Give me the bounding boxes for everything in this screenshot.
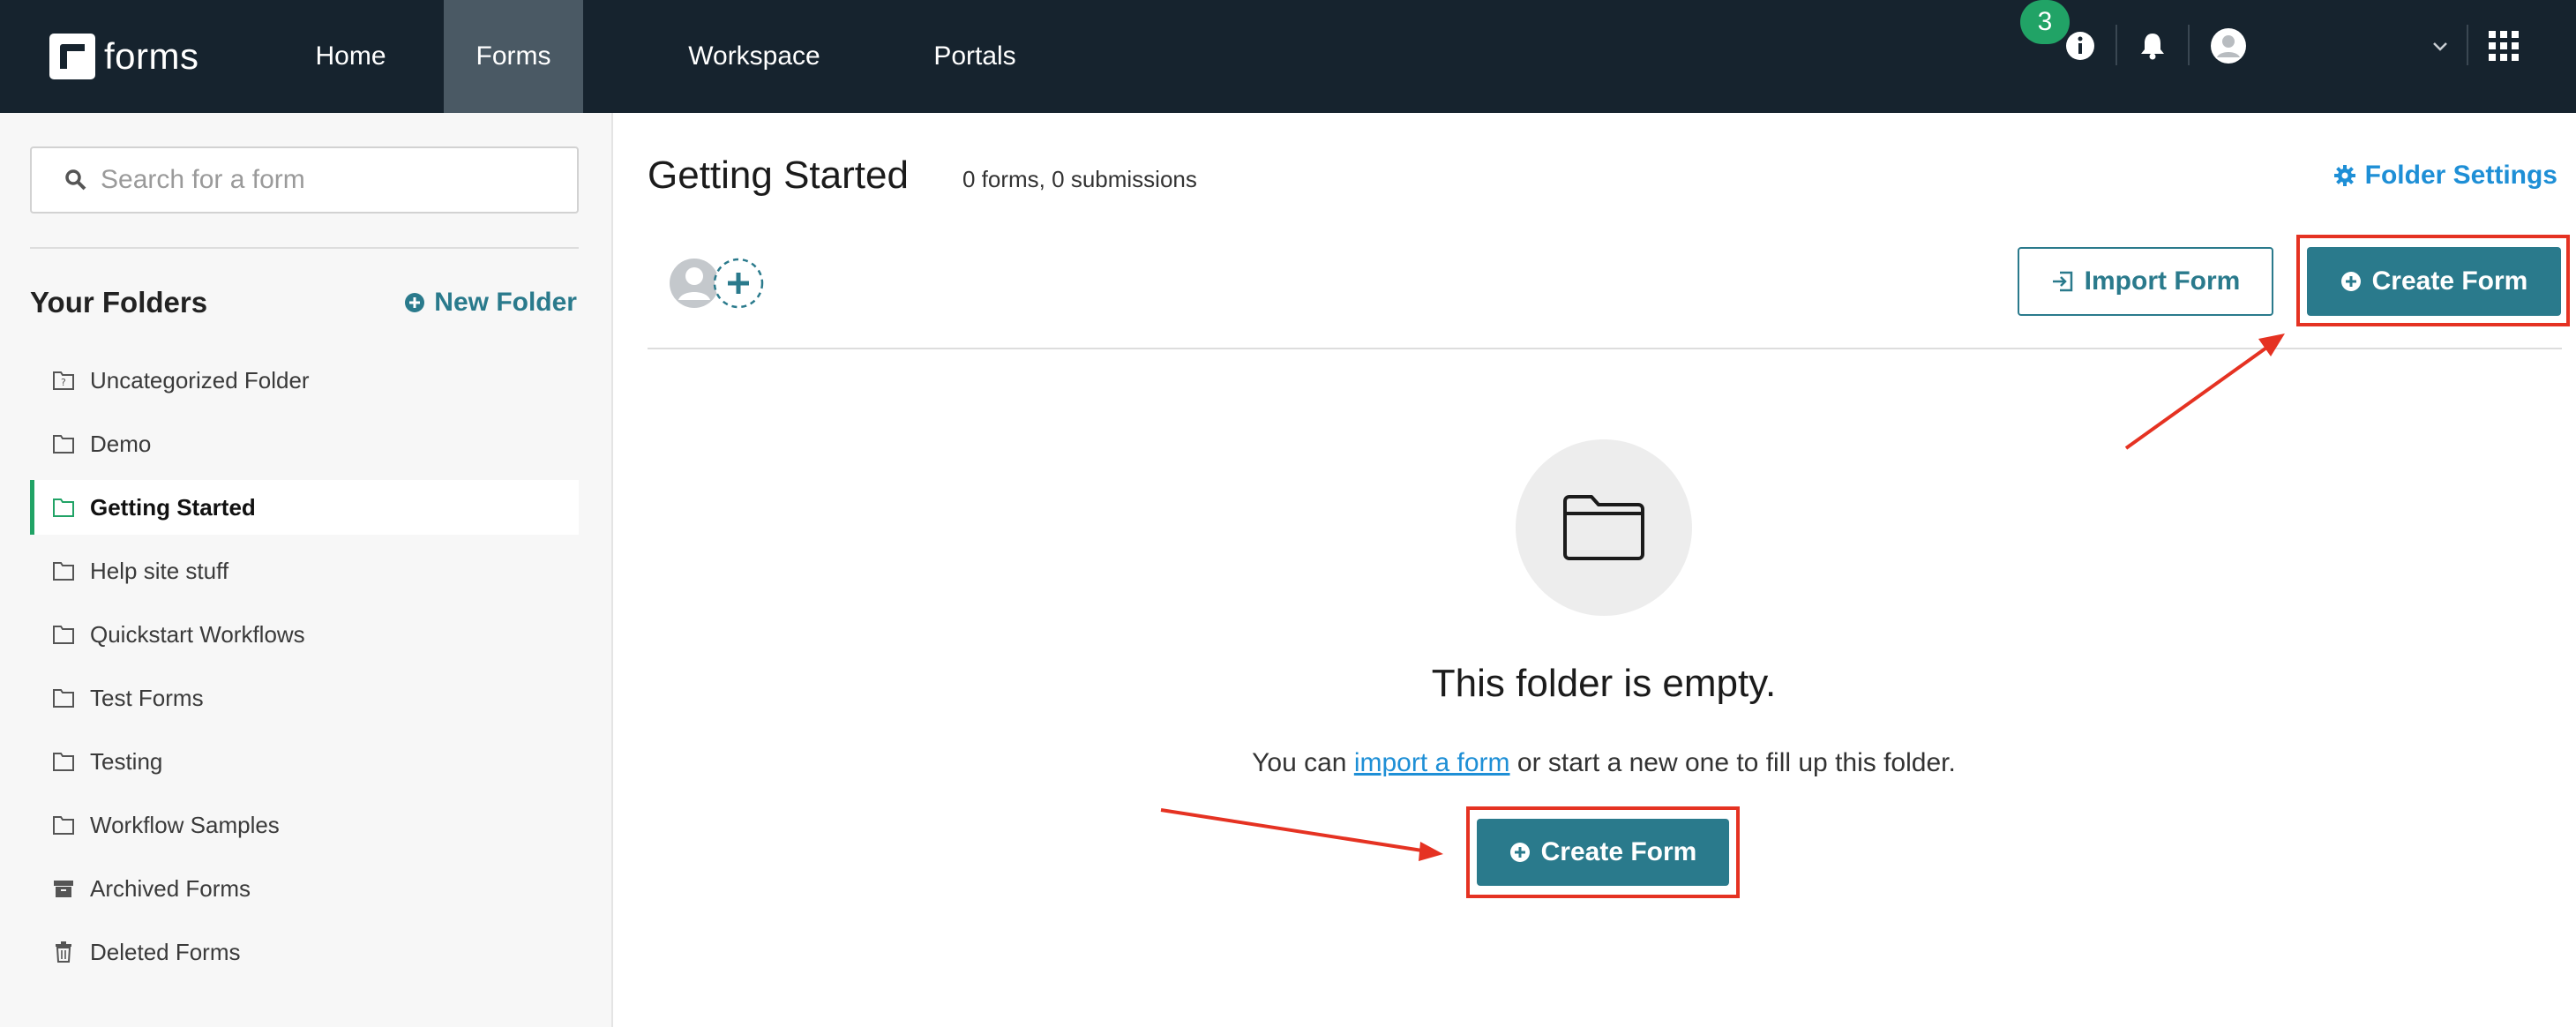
nav-home[interactable]: Home [273, 0, 428, 113]
sidebar-item-label: Test Forms [90, 684, 204, 711]
folder-icon [51, 622, 76, 647]
logo-icon [49, 34, 95, 79]
folder-settings-label: Folder Settings [2364, 161, 2557, 190]
top-navigation-bar: forms Home Forms Workspace Portals 3 [0, 0, 2576, 113]
new-folder-label: New Folder [434, 288, 577, 317]
empty-state-title: This folder is empty. [1431, 662, 1777, 705]
sidebar-item-testing[interactable]: Testing [30, 734, 579, 789]
sidebar-item-test-forms[interactable]: Test Forms [30, 671, 579, 725]
folder-list: ? Uncategorized Folder Demo Getting Star… [30, 353, 579, 988]
sidebar-item-deleted-forms[interactable]: Deleted Forms [30, 925, 579, 979]
sidebar-item-label: Help site stuff [90, 557, 229, 584]
archive-icon [51, 876, 76, 901]
empty-text-suffix: or start a new one to fill up this folde… [1509, 748, 1956, 777]
sidebar-item-demo[interactable]: Demo [30, 416, 579, 471]
info-icon[interactable] [2061, 26, 2100, 65]
import-form-button[interactable]: Import Form [2018, 247, 2273, 316]
sidebar-item-label: Archived Forms [90, 874, 251, 902]
new-folder-button[interactable]: New Folder [404, 288, 577, 318]
nav-workspace[interactable]: Workspace [653, 0, 856, 113]
your-folders-heading: Your Folders [30, 286, 208, 319]
sidebar-item-quickstart-workflows[interactable]: Quickstart Workflows [30, 607, 579, 662]
folder-members [668, 254, 765, 312]
sidebar-divider [30, 247, 579, 249]
uncategorized-folder-icon: ? [51, 368, 76, 393]
nav-forms[interactable]: Forms [444, 0, 583, 113]
import-icon [2052, 271, 2072, 292]
annotation-highlight-box [2296, 235, 2570, 326]
folder-icon [51, 686, 76, 710]
sidebar-item-help-site-stuff[interactable]: Help site stuff [30, 543, 579, 598]
import-form-label: Import Form [2084, 266, 2241, 296]
sidebar-item-archived-forms[interactable]: Archived Forms [30, 861, 579, 916]
folder-icon [51, 749, 76, 774]
annotation-highlight-box [1466, 806, 1740, 898]
plus-circle-icon [405, 293, 425, 312]
folder-settings-button[interactable]: Folder Settings [2333, 161, 2557, 191]
folder-icon [51, 813, 76, 837]
member-avatar-icon [670, 259, 719, 308]
bell-icon[interactable] [2133, 26, 2172, 65]
folder-icon [51, 495, 76, 520]
import-form-link[interactable]: import a form [1354, 748, 1510, 777]
search-icon [65, 169, 86, 191]
topbar-separator [2467, 25, 2468, 65]
svg-text:?: ? [61, 377, 66, 388]
empty-folder-illustration [1516, 439, 1692, 616]
add-member-icon[interactable] [713, 258, 764, 309]
app-grid-icon[interactable] [2484, 26, 2523, 65]
sidebar-item-getting-started[interactable]: Getting Started [30, 480, 579, 535]
folder-icon [51, 431, 76, 456]
gear-icon [2333, 165, 2355, 186]
sidebar-item-uncategorized-folder[interactable]: ? Uncategorized Folder [30, 353, 579, 408]
sidebar-item-workflow-samples[interactable]: Workflow Samples [30, 798, 579, 852]
folder-icon [51, 558, 76, 583]
sidebar-item-label: Quickstart Workflows [90, 620, 305, 648]
logo-text: forms [104, 35, 199, 77]
topbar-separator [2188, 25, 2190, 65]
sidebar-item-label: Deleted Forms [90, 938, 241, 965]
sidebar-item-label: Workflow Samples [90, 811, 280, 838]
sidebar-item-label: Demo [90, 430, 152, 457]
chevron-down-icon[interactable] [2421, 26, 2460, 65]
page-title: Getting Started [648, 154, 909, 197]
sidebar-item-label: Uncategorized Folder [90, 366, 310, 394]
main-divider [648, 348, 2562, 349]
search-box[interactable] [30, 146, 579, 214]
folder-counts: 0 forms, 0 submissions [962, 166, 1197, 192]
empty-text-prefix: You can [1252, 748, 1354, 777]
app-logo[interactable]: forms [49, 21, 199, 92]
main-content: Getting Started 0 forms, 0 submissions F… [615, 113, 2576, 1027]
nav-portals[interactable]: Portals [909, 0, 1041, 113]
user-avatar[interactable] [2209, 26, 2248, 65]
sidebar-item-label: Getting Started [90, 493, 256, 521]
topbar-separator [2115, 25, 2117, 65]
folders-sidebar: Your Folders New Folder ? Uncategorized … [0, 113, 613, 1027]
search-input[interactable] [101, 165, 559, 195]
trash-icon [51, 940, 76, 964]
empty-state-text: You can import a form or start a new one… [615, 748, 2576, 778]
sidebar-item-label: Testing [90, 747, 163, 775]
folder-icon [1563, 495, 1644, 560]
